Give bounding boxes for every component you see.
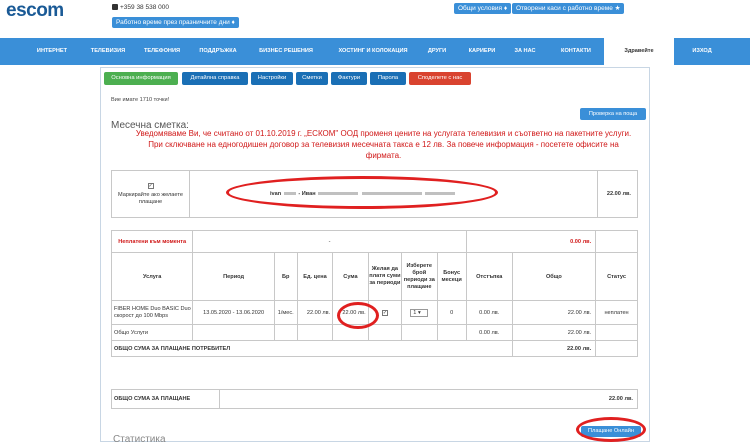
- tab-password[interactable]: Парола: [370, 72, 406, 85]
- unpaid-label: Неплатени към момента: [110, 230, 194, 253]
- open-offices-label: Отворени каси с работно време: [516, 5, 613, 12]
- grand-total-table: ОБЩО СУМА ЗА ПЛАЩАНЕ 22.00 лв.: [111, 389, 638, 409]
- col-sum: Сума: [332, 252, 369, 301]
- holiday-hours-button[interactable]: Работно време през празничните дни ♦: [112, 17, 239, 28]
- nav-item-internet[interactable]: ИНТЕРНЕТ: [30, 38, 74, 65]
- table-row: Общо Услуги 0.00 лв. 22.00 лв.: [110, 324, 638, 341]
- consumer-total: 22.00 лв.: [511, 340, 597, 357]
- main-nav: ИНТЕРНЕТ ТЕЛЕВИЗИЯ ТЕЛЕФОНИЯ ПОДДРЪЖКА Б…: [0, 38, 750, 65]
- unpaid-dash: -: [192, 230, 467, 253]
- summary-amount: 22.00 лв.: [597, 170, 638, 218]
- nav-item-support[interactable]: ПОДДРЪЖКА: [194, 38, 242, 65]
- grand-total-label: ОБЩО СУМА ЗА ПЛАЩАНЕ: [111, 389, 220, 409]
- col-period: Период: [192, 252, 275, 301]
- general-discount: 0.00 лв.: [465, 324, 513, 341]
- phone-number: +359 38 538 000: [112, 4, 169, 11]
- chevron-down-icon: ▾: [417, 309, 421, 316]
- open-offices-button[interactable]: Отворени каси с работно време ★: [512, 3, 625, 14]
- account-panel: Основна информация Детайлна справка Наст…: [100, 67, 650, 445]
- terms-label: Общи условия: [458, 5, 503, 12]
- service-discount: 0.00 лв.: [465, 300, 513, 325]
- nav-item-hosting[interactable]: ХОСТИНГ И КОЛОКАЦИЯ: [330, 38, 416, 65]
- escom-logo[interactable]: escom: [6, 0, 64, 22]
- bell-icon: ♦: [231, 19, 235, 26]
- service-total: 22.00 лв.: [511, 300, 597, 325]
- price-change-notice: Уведомяваме Ви, че считано от 01.10.2019…: [135, 129, 632, 160]
- col-status: Статус: [595, 252, 638, 301]
- col-unit-price: Ед. цена: [296, 252, 334, 301]
- tab-invoices[interactable]: Фактури: [331, 72, 367, 85]
- col-bonus-months: Бонус месеци: [436, 252, 467, 301]
- holiday-hours-label: Работно време през празничните дни: [116, 19, 230, 26]
- nav-item-business[interactable]: БИЗНЕС РЕШЕНИЯ: [254, 38, 318, 65]
- bell-icon: ♦: [503, 5, 508, 12]
- unpaid-amount: 0.00 лв.: [465, 230, 597, 253]
- tab-bills[interactable]: Сметки: [296, 72, 328, 85]
- col-select-periods: Изберете брой периоди за плащане: [401, 252, 438, 301]
- points-text: Вие имате 1710 точки!: [111, 97, 170, 103]
- nav-item-telephony[interactable]: ТЕЛЕФОНИЯ: [138, 38, 186, 65]
- annotation-oval-pay: [576, 417, 646, 442]
- table-row: ОБЩО СУМА ЗА ПЛАЩАНЕ ПОТРЕБИТЕЛ 22.00 лв…: [111, 340, 638, 357]
- nav-greeting: Здравейте: [604, 38, 674, 65]
- pay-period-checkbox[interactable]: ✓: [381, 309, 388, 316]
- table-row: Неплатени към момента - 0.00 лв.: [110, 230, 638, 253]
- grand-total-amount: 22.00 лв.: [219, 389, 638, 409]
- nav-item-careers[interactable]: КАРИЕРИ: [462, 38, 502, 65]
- table-row: ОБЩО СУМА ЗА ПЛАЩАНЕ 22.00 лв.: [111, 389, 638, 409]
- table-header-row: Услуга Период Бр Ед. цена Сума Желая да …: [110, 252, 638, 301]
- top-bar: escom +359 38 538 000 Работно време през…: [0, 0, 750, 38]
- mark-payment-label: Маркирайте ако желаете плащане: [118, 191, 183, 205]
- payment-checkbox[interactable]: ✓: [147, 182, 154, 189]
- logout-link[interactable]: ИЗХОД: [684, 38, 720, 65]
- consumer-total-label: ОБЩО СУМА ЗА ПЛАЩАНЕ ПОТРЕБИТЕЛ: [111, 340, 513, 357]
- bonus-months: 0: [436, 300, 467, 325]
- annotation-oval-name: [226, 176, 498, 209]
- phone-icon: [112, 4, 118, 11]
- periods-value: 1: [413, 309, 417, 316]
- tab-main-info[interactable]: Основна информация: [104, 72, 178, 85]
- col-qty: Бр: [273, 252, 298, 301]
- phone-text: +359 38 538 000: [120, 4, 169, 11]
- col-discount: Отстъпка: [465, 252, 513, 301]
- col-total: Общо: [511, 252, 597, 301]
- star-icon: ★: [614, 5, 621, 12]
- mark-payment-cell: ✓ Маркирайте ако желаете плащане: [111, 170, 190, 218]
- tab-detailed-report[interactable]: Детайлна справка: [182, 72, 248, 85]
- col-service: Услуга: [110, 252, 194, 301]
- tab-settings[interactable]: Настройки: [251, 72, 293, 85]
- nav-item-other[interactable]: ДРУГИ: [420, 38, 454, 65]
- service-period: 13.05.2020 - 13.06.2020: [192, 300, 275, 325]
- bill-table: Неплатени към момента - 0.00 лв. Услуга …: [110, 230, 638, 357]
- col-want-pay: Желая да платя суми за периоди: [367, 252, 403, 301]
- service-status: неплатен: [595, 300, 638, 325]
- nav-item-about[interactable]: ЗА НАС: [510, 38, 540, 65]
- periods-select[interactable]: 1 ▾: [410, 308, 429, 317]
- annotation-oval-sum: [337, 302, 379, 329]
- service-name: FIBER HOME Duo BASIC Duo скорост до 100 …: [110, 300, 194, 325]
- service-unit-price: 22.00 лв.: [296, 300, 334, 325]
- periods-select-cell: 1 ▾: [401, 300, 438, 325]
- general-services-label: Общо Услуги: [110, 324, 194, 341]
- nav-item-television[interactable]: ТЕЛЕВИЗИЯ: [82, 38, 134, 65]
- tab-share-feedback[interactable]: Споделете с нас: [409, 72, 471, 85]
- statistics-title: Статистика: [113, 434, 166, 445]
- check-mail-button[interactable]: Проверка на поща: [580, 108, 646, 120]
- nav-item-contacts[interactable]: КОНТАКТИ: [554, 38, 598, 65]
- general-total: 22.00 лв.: [511, 324, 597, 341]
- service-qty: 1/мес.: [273, 300, 298, 325]
- terms-button[interactable]: Общи условия ♦: [454, 3, 512, 14]
